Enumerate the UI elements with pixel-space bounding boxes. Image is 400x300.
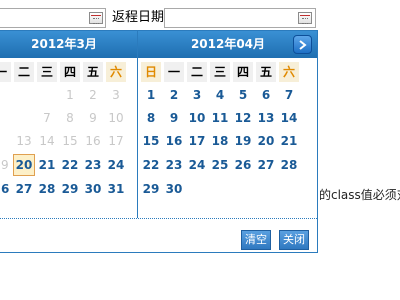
weekday-label: 三 xyxy=(37,62,57,82)
day-cell[interactable]: 22 xyxy=(140,154,162,176)
day-cell[interactable]: 1 xyxy=(140,84,162,106)
day-cell[interactable]: 5 xyxy=(232,84,254,106)
month-title: 2012年3月 xyxy=(0,31,137,58)
weekday-label: 日 xyxy=(141,62,161,82)
day-cell[interactable]: 2 xyxy=(163,84,185,106)
day-cell[interactable]: 19 xyxy=(232,130,254,152)
weekday-label: 三 xyxy=(210,62,230,82)
day-cell[interactable]: 24 xyxy=(105,154,127,176)
day-cell[interactable]: 26 xyxy=(0,178,12,200)
day-cell[interactable]: 4 xyxy=(209,84,231,106)
month-title-text: 2012年04月 xyxy=(190,37,266,51)
day-cell[interactable]: 31 xyxy=(105,178,127,200)
day-cell[interactable]: 30 xyxy=(163,178,185,200)
weekday-label: 五 xyxy=(83,62,103,82)
day-cell: 15 xyxy=(62,134,78,148)
day-cell: 1 xyxy=(66,88,74,102)
month-title: 2012年04月 xyxy=(138,31,317,58)
day-cell: 3 xyxy=(112,88,120,102)
day-cell[interactable]: 27 xyxy=(13,178,35,200)
weekday-label: 四 xyxy=(60,62,80,82)
weekday-label: 六 xyxy=(106,62,126,82)
day-cell[interactable]: 21 xyxy=(36,154,58,176)
day-cell: 13 xyxy=(16,134,32,148)
day-cell[interactable]: 15 xyxy=(140,130,162,152)
day-cell[interactable]: 16 xyxy=(163,130,185,152)
day-cell: 10 xyxy=(108,111,124,125)
day-cell[interactable]: 23 xyxy=(82,154,104,176)
selected-day[interactable]: 20 xyxy=(13,154,35,176)
day-cell[interactable]: 11 xyxy=(209,107,231,129)
day-cell[interactable]: 28 xyxy=(36,178,58,200)
day-cell[interactable]: 12 xyxy=(232,107,254,129)
day-cell[interactable]: 28 xyxy=(278,154,300,176)
month-panel-march: 2012年3月 一二三四五六 1237891013141516171920212… xyxy=(0,31,138,218)
day-cell[interactable]: 7 xyxy=(278,84,300,106)
day-cell[interactable]: 6 xyxy=(255,84,277,106)
weekday-label: 二 xyxy=(14,62,34,82)
depart-date-input[interactable] xyxy=(0,8,106,28)
weekday-label: 六 xyxy=(279,62,299,82)
day-cell[interactable]: 27 xyxy=(255,154,277,176)
calendar-icon[interactable] xyxy=(89,12,103,24)
close-button[interactable]: 关闭 xyxy=(279,230,309,250)
day-cell: 17 xyxy=(108,134,124,148)
day-cell[interactable]: 8 xyxy=(140,107,162,129)
day-cell[interactable]: 30 xyxy=(82,178,104,200)
day-cell[interactable]: 17 xyxy=(186,130,208,152)
calendar-icon[interactable] xyxy=(298,12,312,24)
day-cell[interactable]: 29 xyxy=(140,178,162,200)
weekday-label: 五 xyxy=(256,62,276,82)
day-cell[interactable]: 14 xyxy=(278,107,300,129)
day-cell[interactable]: 10 xyxy=(186,107,208,129)
weekday-label: 二 xyxy=(187,62,207,82)
day-cell[interactable]: 20 xyxy=(255,130,277,152)
day-cell[interactable]: 24 xyxy=(186,154,208,176)
day-cell[interactable]: 22 xyxy=(59,154,81,176)
day-cell[interactable]: 3 xyxy=(186,84,208,106)
clear-button[interactable]: 清空 xyxy=(241,230,271,250)
day-cell[interactable]: 21 xyxy=(278,130,300,152)
background-page-text: 的class值必须对 xyxy=(319,188,400,202)
return-date-label: 返程日期 xyxy=(112,10,165,25)
day-cell: 7 xyxy=(43,111,51,125)
return-date-input[interactable] xyxy=(164,8,316,28)
day-cell: 16 xyxy=(85,134,101,148)
day-cell[interactable]: 9 xyxy=(163,107,185,129)
month-panel-april: 2012年04月 日一二三四五六 1 2 3 4 5 6 7 8 9 10 11 12 13 14 15 16… xyxy=(138,31,317,218)
day-cell[interactable]: 26 xyxy=(232,154,254,176)
footer-divider xyxy=(0,218,317,219)
weekday-label: 一 xyxy=(164,62,184,82)
chevron-right-icon xyxy=(299,40,307,50)
weekday-label: 四 xyxy=(233,62,253,82)
day-cell[interactable]: 23 xyxy=(163,154,185,176)
day-cell: 9 xyxy=(89,111,97,125)
day-cell[interactable]: 13 xyxy=(255,107,277,129)
date-picker-popup: 2012年3月 一二三四五六 1237891013141516171920212… xyxy=(0,30,318,253)
day-cell: 19 xyxy=(0,158,9,172)
day-cell[interactable]: 25 xyxy=(209,154,231,176)
day-cell[interactable]: 29 xyxy=(59,178,81,200)
day-cell: 14 xyxy=(39,134,55,148)
month-title-text: 2012年3月 xyxy=(31,37,97,51)
next-month-button[interactable] xyxy=(293,35,312,54)
weekday-label: 一 xyxy=(0,62,11,82)
day-cell[interactable]: 18 xyxy=(209,130,231,152)
day-cell: 8 xyxy=(66,111,74,125)
day-cell: 2 xyxy=(89,88,97,102)
